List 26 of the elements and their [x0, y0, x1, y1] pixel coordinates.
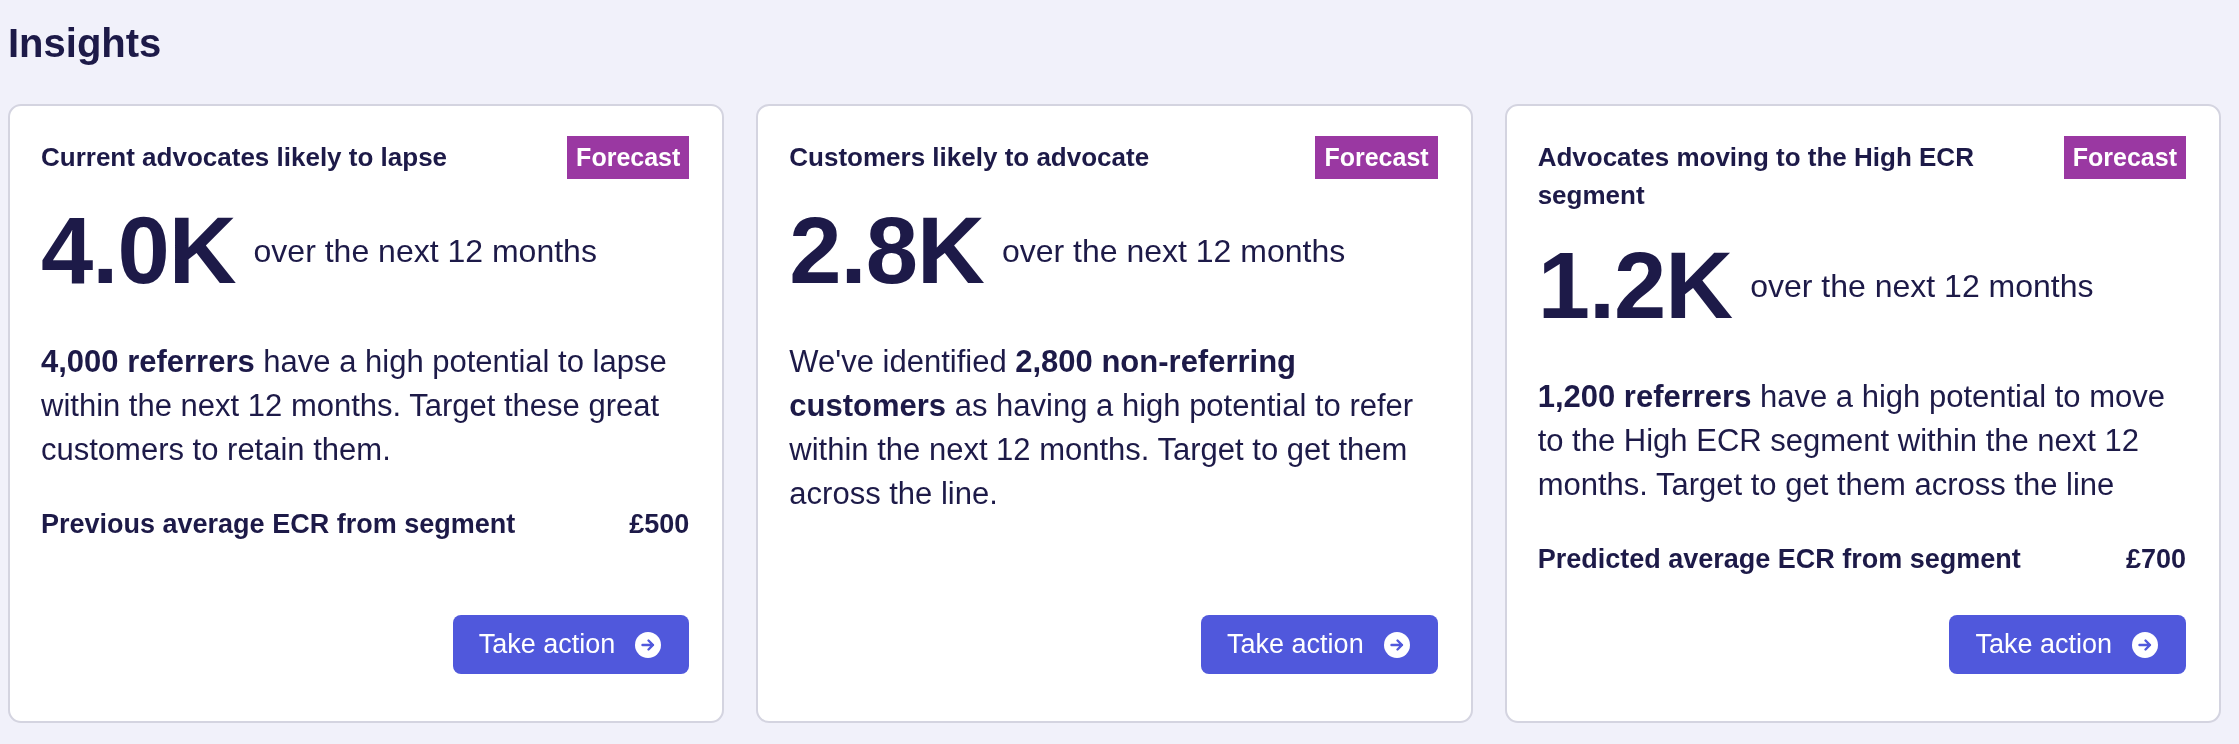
metric-value: 1.2K	[1537, 238, 1733, 334]
forecast-badge: Forecast	[2063, 136, 2186, 179]
take-action-button[interactable]: Take action	[452, 615, 690, 674]
take-action-button[interactable]: Take action	[1949, 615, 2186, 674]
metric-period: over the next 12 months	[1750, 267, 2094, 305]
arrow-circle-icon	[1383, 631, 1410, 658]
metric-label: Previous average ECR from segment	[41, 508, 516, 541]
forecast-badge: Forecast	[1315, 136, 1438, 179]
metric-period: over the next 12 months	[1001, 232, 1346, 270]
take-action-button[interactable]: Take action	[1201, 615, 1438, 674]
page-heading: Insights	[8, 20, 162, 67]
insight-description: 1,200 referrers have a high potential to move to the High ECR segment within the next 12 months. Target to get them across the line	[1537, 378, 2166, 504]
arrow-circle-icon	[635, 631, 662, 658]
metric-amount: £700	[2125, 543, 2186, 576]
insight-description: We've identified 2,800 non-referring customers as having a high potential to refer within the next 12 months. Target to get them across the line.	[789, 343, 1415, 513]
card-title: Customers likely to advocate	[789, 141, 1150, 174]
metric-period: over the next 12 months	[253, 232, 597, 270]
card-title: Advocates moving to the High ECR segment	[1537, 141, 1975, 212]
metric-value: 4.0K	[41, 203, 236, 299]
insight-description: 4,000 referrers have a high potential to lapse within the next 12 months. Target these great customers to retain them.	[41, 343, 668, 469]
metric-label: Predicted average ECR from segment	[1537, 543, 2021, 576]
metric-amount: £500	[629, 508, 690, 541]
metric-value: 2.8K	[789, 203, 984, 299]
arrow-circle-icon	[2132, 631, 2158, 658]
forecast-badge: Forecast	[567, 136, 690, 179]
card-title: Current advocates likely to lapse	[41, 141, 448, 174]
